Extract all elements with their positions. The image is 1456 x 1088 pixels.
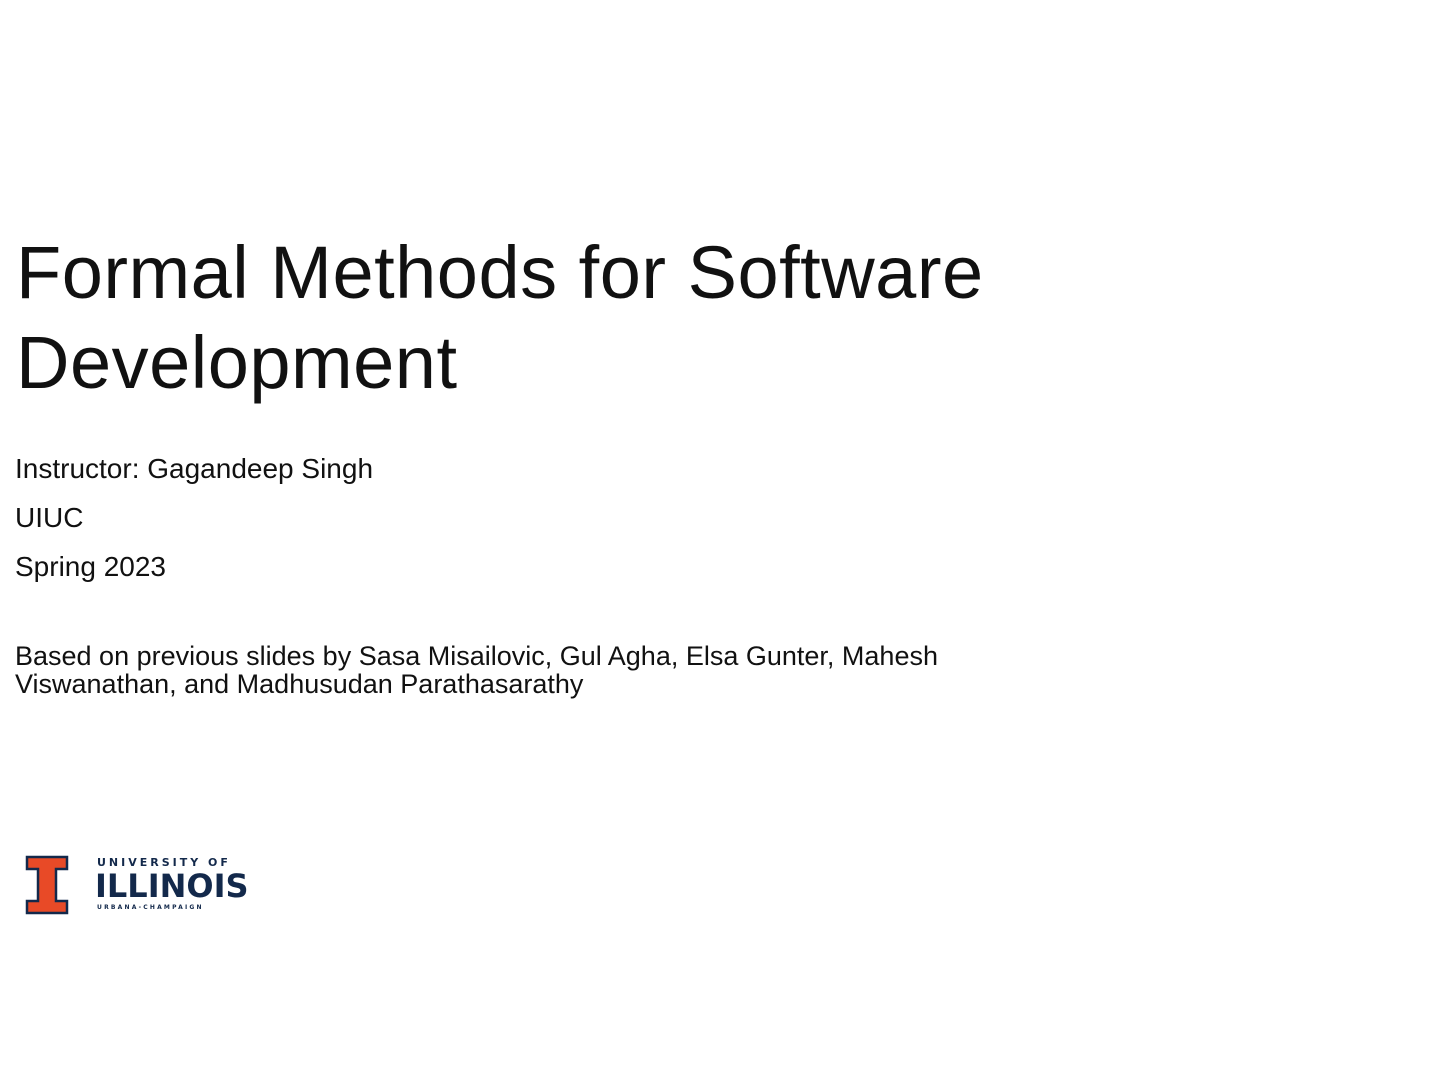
university-logo: UNIVERSITY OF ILLINOIS URBANA-CHAMPAIGN (25, 855, 265, 919)
term-line: Spring 2023 (15, 551, 167, 582)
institution-line: UIUC (15, 502, 84, 533)
logo-bottom-text: URBANA-CHAMPAIGN (97, 904, 204, 911)
instructor-line: Instructor: Gagandeep Singh (15, 453, 374, 484)
slide-title-line-1: Formal Methods for Software (16, 231, 984, 314)
logo-main-text: ILLINOIS (95, 867, 249, 905)
slide: Formal Methods for Software Development … (0, 0, 1456, 1088)
slide-subtitle: Instructor: Gagandeep Singh UIUC Spring … (15, 444, 1115, 591)
slide-title: Formal Methods for Software Development (16, 228, 1116, 408)
credits-line-2: Viswanathan, and Madhusudan Parathasarat… (15, 669, 584, 699)
slide-credits: Based on previous slides by Sasa Misailo… (15, 642, 1115, 698)
credits-line-1: Based on previous slides by Sasa Misailo… (15, 641, 938, 671)
slide-title-line-2: Development (16, 321, 458, 404)
block-i-icon (25, 855, 69, 915)
logo-wordmark: UNIVERSITY OF ILLINOIS URBANA-CHAMPAIGN (95, 855, 267, 915)
